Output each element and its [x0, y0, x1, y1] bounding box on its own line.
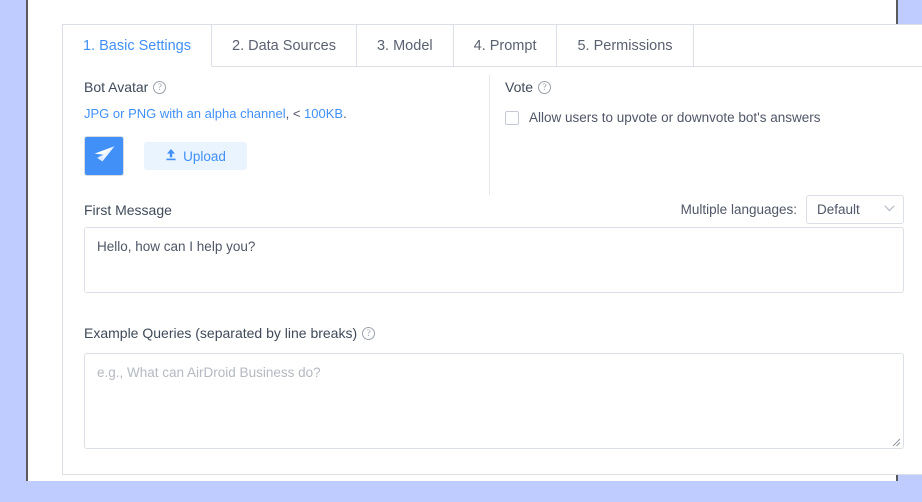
tab-model[interactable]: 3. Model: [357, 25, 454, 67]
help-icon[interactable]: ?: [362, 327, 375, 340]
language-select[interactable]: Default: [806, 195, 904, 224]
first-message-title: First Message: [84, 202, 172, 218]
avatar-preview[interactable]: [84, 136, 124, 176]
first-message-label: First Message: [84, 202, 172, 218]
tab-data-sources[interactable]: 2. Data Sources: [212, 25, 357, 67]
upload-button-label: Upload: [183, 149, 226, 164]
vote-section: Vote ? Allow users to upvote or downvote…: [505, 79, 905, 125]
multiple-languages-label: Multiple languages:: [681, 202, 797, 217]
tab-permissions[interactable]: 5. Permissions: [557, 25, 693, 67]
paper-plane-icon: [92, 144, 116, 169]
example-queries-input[interactable]: [84, 353, 904, 449]
bot-settings-card: 1. Basic Settings 2. Data Sources 3. Mod…: [62, 24, 922, 475]
multiple-languages-group: Multiple languages: Default: [681, 195, 904, 224]
vote-checkbox-label: Allow users to upvote or downvote bot's …: [529, 110, 820, 125]
help-icon[interactable]: ?: [153, 81, 166, 94]
vote-checkbox[interactable]: [505, 111, 519, 125]
settings-tab-bar: 1. Basic Settings 2. Data Sources 3. Mod…: [63, 25, 694, 67]
tab-prompt[interactable]: 4. Prompt: [454, 25, 558, 67]
vote-label: Vote ?: [505, 79, 905, 95]
upload-icon: [165, 148, 177, 164]
browser-page-frame: 1. Basic Settings 2. Data Sources 3. Mod…: [26, 0, 898, 481]
bot-avatar-controls: Upload: [84, 136, 484, 176]
bot-avatar-label: Bot Avatar ?: [84, 79, 484, 95]
chevron-down-icon: [884, 204, 895, 215]
column-divider: [489, 75, 490, 195]
vote-title: Vote: [505, 79, 533, 95]
avatar-size-link[interactable]: 100KB: [304, 106, 343, 121]
bot-avatar-section: Bot Avatar ? JPG or PNG with an alpha ch…: [84, 79, 484, 176]
basic-settings-panel: Bot Avatar ? JPG or PNG with an alpha ch…: [63, 67, 922, 474]
example-queries-label: Example Queries (separated by line break…: [84, 325, 375, 341]
upload-button[interactable]: Upload: [144, 142, 247, 170]
first-message-header: First Message Multiple languages: Defaul…: [84, 195, 904, 224]
vote-checkbox-row[interactable]: Allow users to upvote or downvote bot's …: [505, 110, 905, 125]
help-icon[interactable]: ?: [538, 81, 551, 94]
avatar-hint-separator: , <: [286, 106, 304, 121]
example-queries-title: Example Queries (separated by line break…: [84, 325, 357, 341]
tab-basic-settings[interactable]: 1. Basic Settings: [63, 25, 212, 67]
language-select-value: Default: [817, 202, 860, 217]
first-message-input[interactable]: [84, 227, 904, 293]
avatar-format-link[interactable]: JPG or PNG with an alpha channel: [84, 106, 286, 121]
avatar-hint-end: .: [343, 106, 347, 121]
bot-avatar-title: Bot Avatar: [84, 79, 148, 95]
bot-avatar-hint: JPG or PNG with an alpha channel, < 100K…: [84, 106, 484, 121]
